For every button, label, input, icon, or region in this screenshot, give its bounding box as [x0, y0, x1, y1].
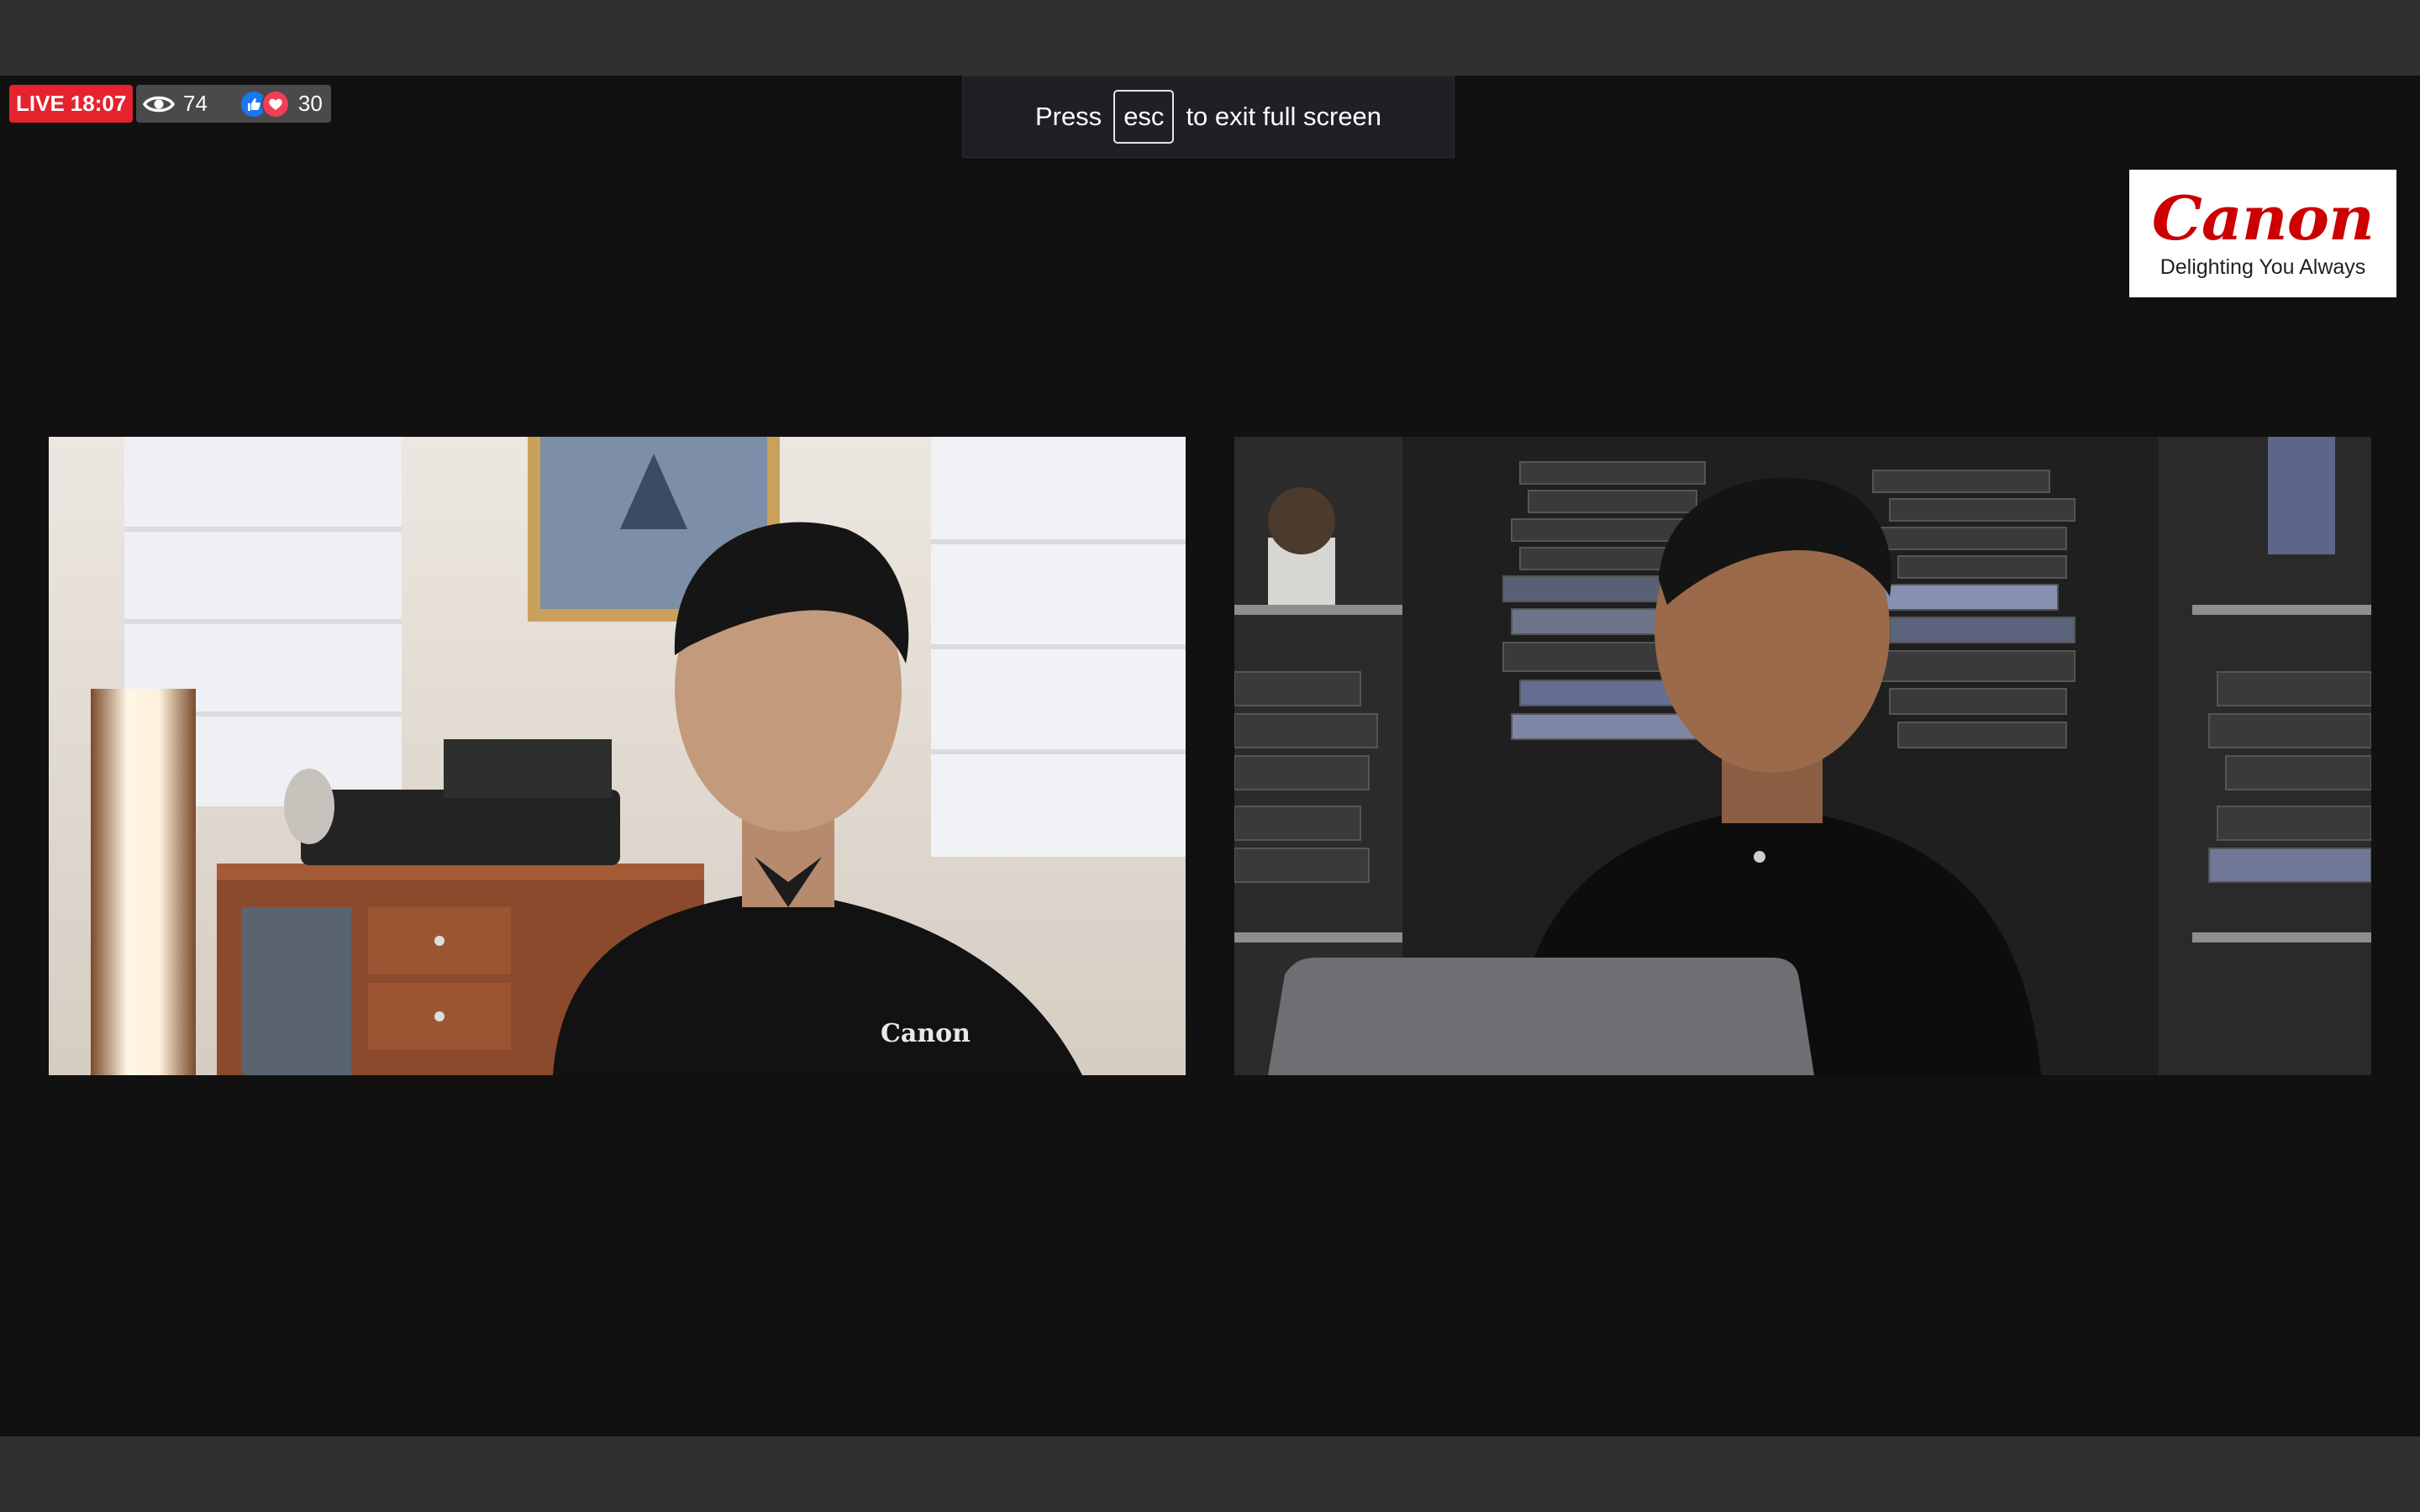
brand-logo: Canon Delighting You Always	[2129, 170, 2396, 297]
shirt-logo-text: Canon	[881, 1019, 971, 1048]
eye-icon	[143, 96, 175, 112]
video-left-scene: Canon	[49, 437, 1186, 1075]
fullscreen-hint: Press esc to exit full screen	[962, 76, 1455, 158]
fullscreen-hint-suffix: to exit full screen	[1186, 102, 1382, 131]
video-feed-right	[1234, 437, 2371, 1075]
logo-tagline: Delighting You Always	[2160, 255, 2366, 279]
reaction-icons	[239, 89, 290, 118]
love-icon	[260, 89, 290, 118]
bottom-bar	[0, 1436, 2420, 1512]
reaction-count: 30	[297, 91, 323, 116]
viewer-count: 74	[183, 91, 208, 116]
live-timer: 18:07	[70, 91, 127, 116]
video-feed-left: Canon	[49, 437, 1186, 1075]
video-right-scene	[1234, 437, 2371, 1075]
logo-wordmark: Canon	[2151, 181, 2375, 254]
esc-key: esc	[1113, 90, 1175, 144]
stats-pill: 74 30	[136, 85, 331, 123]
live-label: LIVE	[16, 91, 65, 116]
top-bar	[0, 0, 2420, 76]
fullscreen-hint-prefix: Press	[1034, 102, 1102, 131]
live-badge: LIVE 18:07	[9, 85, 134, 123]
